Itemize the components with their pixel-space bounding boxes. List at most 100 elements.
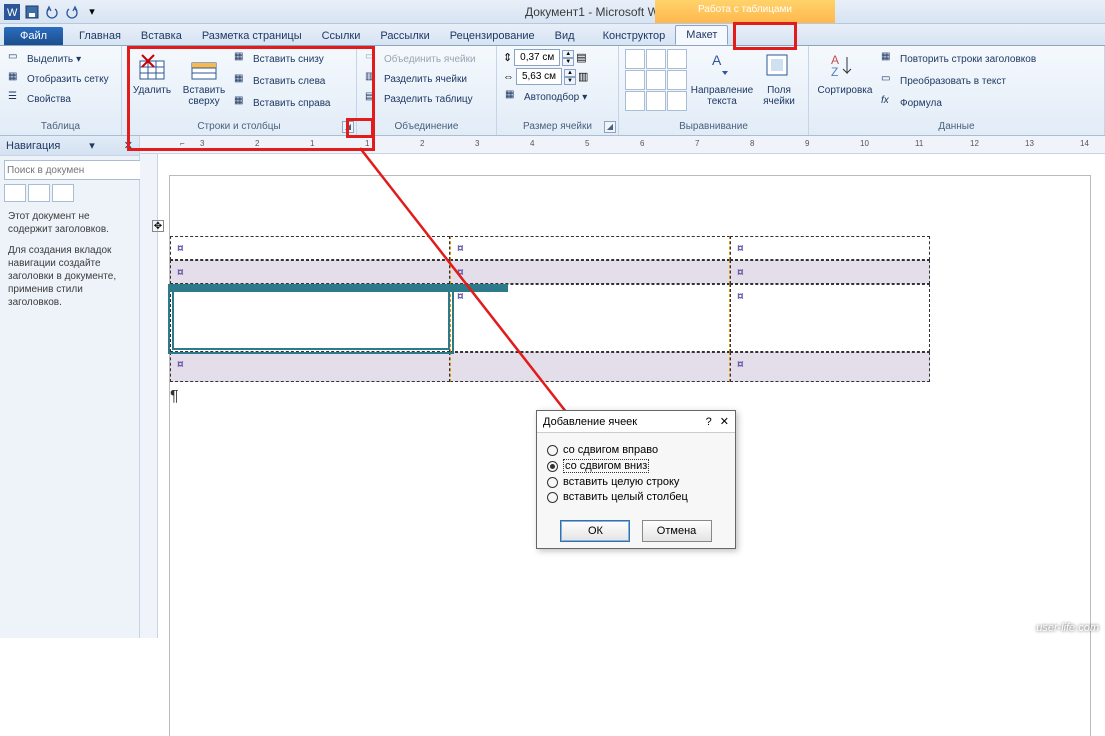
to-text-button[interactable]: ▭Преобразовать в текст xyxy=(879,71,1038,91)
tab-mailings[interactable]: Рассылки xyxy=(370,27,439,45)
align-tl[interactable] xyxy=(625,49,645,69)
dialog-footer: ОК Отмена xyxy=(537,514,735,548)
height-up[interactable]: ▲ xyxy=(562,50,574,58)
row-height-input[interactable] xyxy=(514,49,560,66)
align-tr[interactable] xyxy=(667,49,687,69)
align-tc[interactable] xyxy=(646,49,666,69)
select-button[interactable]: ▭Выделить ▾ xyxy=(6,49,115,69)
distribute-rows-icon[interactable]: ▤ xyxy=(576,51,586,64)
group-alignment: A Направление текста Поля ячейки Выравни… xyxy=(619,46,809,135)
dialog-help-icon[interactable]: ? xyxy=(706,416,712,428)
width-down[interactable]: ▼ xyxy=(564,77,576,85)
insert-below-button[interactable]: ▦Вставить снизу xyxy=(232,49,332,69)
radio-shift-right[interactable]: со сдвигом вправо xyxy=(547,444,725,456)
formula-button[interactable]: fxФормула xyxy=(879,93,1038,113)
insert-above-button[interactable]: Вставить сверху xyxy=(180,49,228,119)
nav-msg2: Для создания вкладок навигации создайте … xyxy=(8,244,131,309)
dialog-close-icon[interactable]: ✕ xyxy=(720,415,729,428)
align-bc[interactable] xyxy=(646,91,666,111)
table-cell[interactable]: ¤ xyxy=(450,260,730,284)
insert-col-right-icon: ▦ xyxy=(234,95,250,111)
autofit-icon: ▦ xyxy=(505,89,521,105)
delete-button[interactable]: Удалить xyxy=(128,49,176,119)
radio-shift-down[interactable]: со сдвигом вниз xyxy=(547,459,725,473)
height-down[interactable]: ▼ xyxy=(562,58,574,66)
row-height-control[interactable]: ⇕ ▲▼ ▤ xyxy=(503,49,612,66)
table-cell[interactable]: ¤ xyxy=(170,236,450,260)
redo-icon[interactable] xyxy=(64,4,80,20)
tab-file[interactable]: Файл xyxy=(4,27,63,45)
table-cell[interactable]: ¤ xyxy=(450,236,730,260)
sort-button[interactable]: AZ Сортировка xyxy=(815,49,875,119)
delete-table-icon xyxy=(136,51,168,83)
insert-right-button[interactable]: ▦Вставить справа xyxy=(232,93,332,113)
cursor-icon: ▭ xyxy=(8,51,24,67)
table-cell[interactable] xyxy=(450,352,730,382)
split-table-icon: ▤ xyxy=(365,91,381,107)
col-width-input[interactable] xyxy=(516,68,562,85)
group-label-rowscols: Строки и столбцы xyxy=(128,119,350,134)
cell-margins-icon xyxy=(763,51,795,83)
table-cell[interactable]: ¤ xyxy=(450,284,730,352)
table-cell[interactable]: ¤ xyxy=(730,260,930,284)
size-launcher[interactable]: ◢ xyxy=(604,121,616,133)
gridlines-button[interactable]: ▦Отобразить сетку xyxy=(6,69,115,89)
radio-insert-row[interactable]: вставить целую строку xyxy=(547,476,725,488)
nav-dropdown-icon[interactable]: ▾ xyxy=(89,139,95,152)
row-height-icon: ⇕ xyxy=(503,51,512,64)
tab-table-layout[interactable]: Макет xyxy=(675,25,728,45)
qat-dropdown-icon[interactable]: ▾ xyxy=(84,4,100,20)
col-width-control[interactable]: ⇔ ▲▼ ▥ xyxy=(503,68,612,85)
save-icon[interactable] xyxy=(24,4,40,20)
table-cell[interactable]: ¤ xyxy=(170,260,450,284)
align-bl[interactable] xyxy=(625,91,645,111)
nav-close-icon[interactable]: ✕ xyxy=(124,139,133,152)
tab-insert[interactable]: Вставка xyxy=(131,27,192,45)
nav-msg1: Этот документ не содержит заголовков. xyxy=(8,210,131,236)
tab-review[interactable]: Рецензирование xyxy=(440,27,545,45)
table-row: ¤ ¤ ¤ xyxy=(170,236,930,260)
tab-view[interactable]: Вид xyxy=(545,27,585,45)
insert-cells-dialog: Добавление ячеек ? ✕ со сдвигом вправо с… xyxy=(536,410,736,549)
align-br[interactable] xyxy=(667,91,687,111)
nav-header: Навигация ▾ ✕ xyxy=(0,136,139,156)
dialog-titlebar[interactable]: Добавление ячеек ? ✕ xyxy=(537,411,735,433)
nav-view-pages[interactable] xyxy=(28,184,50,202)
tab-page-layout[interactable]: Разметка страницы xyxy=(192,27,312,45)
tab-table-design[interactable]: Конструктор xyxy=(593,27,676,45)
table-cell[interactable]: ¤ xyxy=(730,352,930,382)
align-mc[interactable] xyxy=(646,70,666,90)
insert-left-button[interactable]: ▦Вставить слева xyxy=(232,71,332,91)
properties-button[interactable]: ☰Свойства xyxy=(6,89,115,109)
align-mr[interactable] xyxy=(667,70,687,90)
nav-view-headings[interactable] xyxy=(4,184,26,202)
text-direction-button[interactable]: A Направление текста xyxy=(691,49,753,119)
undo-icon[interactable] xyxy=(44,4,60,20)
table-cell[interactable]: ¤ xyxy=(730,236,930,260)
grid-icon: ▦ xyxy=(8,71,24,87)
horizontal-ruler[interactable]: ⌐ 321123456789101112131415 xyxy=(140,136,1105,154)
tab-references[interactable]: Ссылки xyxy=(312,27,371,45)
repeat-headers-button[interactable]: ▦Повторить строки заголовков xyxy=(879,49,1038,69)
rowscols-launcher[interactable]: ◢ xyxy=(342,121,354,133)
align-ml[interactable] xyxy=(625,70,645,90)
ok-button[interactable]: ОК xyxy=(560,520,630,542)
cancel-button[interactable]: Отмена xyxy=(642,520,712,542)
document-table[interactable]: ✥ ¤ ¤ ¤ ¤ ¤ ¤ ¤ ¤ ¤ ¤ ¶ xyxy=(170,236,930,406)
split-cells-button[interactable]: ▥Разделить ячейки xyxy=(363,69,490,89)
width-up[interactable]: ▲ xyxy=(564,69,576,77)
nav-view-results[interactable] xyxy=(52,184,74,202)
split-table-button[interactable]: ▤Разделить таблицу xyxy=(363,89,490,109)
radio-insert-col[interactable]: вставить целый столбец xyxy=(547,491,725,503)
cell-margins-button[interactable]: Поля ячейки xyxy=(757,49,801,119)
table-cell[interactable]: ¤ xyxy=(730,284,930,352)
table-move-handle[interactable]: ✥ xyxy=(152,220,164,232)
tab-home[interactable]: Главная xyxy=(69,27,131,45)
autofit-button[interactable]: ▦Автоподбор ▾ xyxy=(503,87,612,107)
formula-icon: fx xyxy=(881,95,897,111)
to-text-icon: ▭ xyxy=(881,73,897,89)
merge-cells-button[interactable]: ▭Объединить ячейки xyxy=(363,49,490,69)
nav-search-input[interactable] xyxy=(4,160,142,180)
table-cell[interactable]: ¤ xyxy=(170,352,450,382)
distribute-cols-icon[interactable]: ▥ xyxy=(578,70,588,83)
